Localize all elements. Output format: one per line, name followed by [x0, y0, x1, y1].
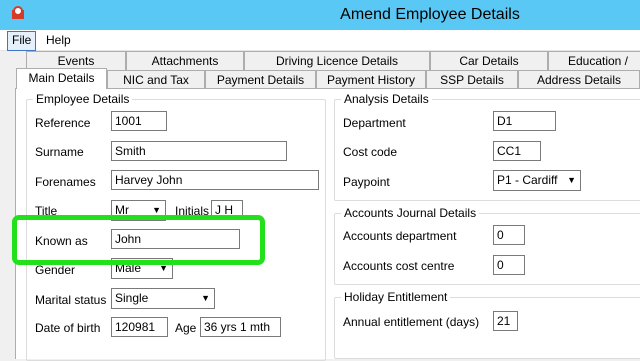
accounts-department-label: Accounts department	[343, 229, 457, 243]
cost-code-label: Cost code	[343, 145, 398, 159]
age-label: Age	[175, 321, 197, 335]
tab-attachments[interactable]: Attachments	[126, 51, 244, 70]
paypoint-value: P1 - Cardiff	[497, 173, 558, 187]
employee-details-legend: Employee Details	[33, 92, 133, 106]
tab-address-details[interactable]: Address Details	[518, 70, 640, 89]
tab-payment-history[interactable]: Payment History	[316, 70, 426, 89]
surname-field[interactable]: Smith	[111, 141, 287, 161]
menu-help[interactable]: Help	[42, 31, 75, 49]
chevron-down-icon: ▼	[567, 175, 576, 185]
marital-status-select[interactable]: Single ▼	[111, 288, 215, 309]
paypoint-label: Paypoint	[343, 175, 390, 189]
tab-payment-details[interactable]: Payment Details	[205, 70, 316, 89]
forenames-label: Forenames	[35, 175, 96, 189]
tab-main-details[interactable]: Main Details	[16, 68, 107, 89]
chevron-down-icon: ▼	[201, 293, 210, 303]
gender-label: Gender	[35, 263, 76, 277]
forenames-field[interactable]: Harvey John	[111, 170, 319, 190]
marital-status-label: Marital status	[35, 293, 107, 307]
tab-education[interactable]: Education /	[548, 51, 640, 70]
reference-label: Reference	[35, 116, 91, 130]
accounts-cost-centre-field[interactable]: 0	[493, 255, 525, 275]
highlight-box	[12, 215, 265, 265]
reference-field[interactable]: 1001	[111, 111, 167, 131]
surname-label: Surname	[35, 145, 84, 159]
window-title: Amend Employee Details	[340, 6, 520, 23]
dob-field[interactable]: 120981	[111, 317, 168, 337]
annual-entitlement-field[interactable]: 21	[493, 311, 518, 331]
accounts-cost-centre-label: Accounts cost centre	[343, 259, 455, 273]
accounts-journal-legend: Accounts Journal Details	[341, 206, 480, 220]
tab-car-details[interactable]: Car Details	[430, 51, 548, 70]
accounts-department-field[interactable]: 0	[493, 225, 525, 245]
analysis-details-legend: Analysis Details	[341, 92, 432, 106]
paypoint-select[interactable]: P1 - Cardiff ▼	[493, 170, 581, 191]
marital-status-value: Single	[115, 291, 149, 305]
holiday-entitlement-legend: Holiday Entitlement	[341, 290, 451, 304]
menu-file[interactable]: File	[7, 31, 37, 51]
menu-bar	[0, 30, 640, 51]
accounts-journal-group	[334, 213, 640, 285]
tab-driving-licence[interactable]: Driving Licence Details	[244, 51, 430, 70]
dob-label: Date of birth	[35, 321, 101, 335]
tab-nic-tax[interactable]: NIC and Tax	[107, 70, 205, 89]
department-label: Department	[343, 116, 406, 130]
tab-ssp-details[interactable]: SSP Details	[426, 70, 518, 89]
department-field[interactable]: D1	[493, 111, 556, 131]
annual-entitlement-label: Annual entitlement (days)	[343, 315, 480, 329]
cost-code-field[interactable]: CC1	[493, 141, 541, 161]
age-field: 36 yrs 1 mth	[200, 317, 281, 337]
